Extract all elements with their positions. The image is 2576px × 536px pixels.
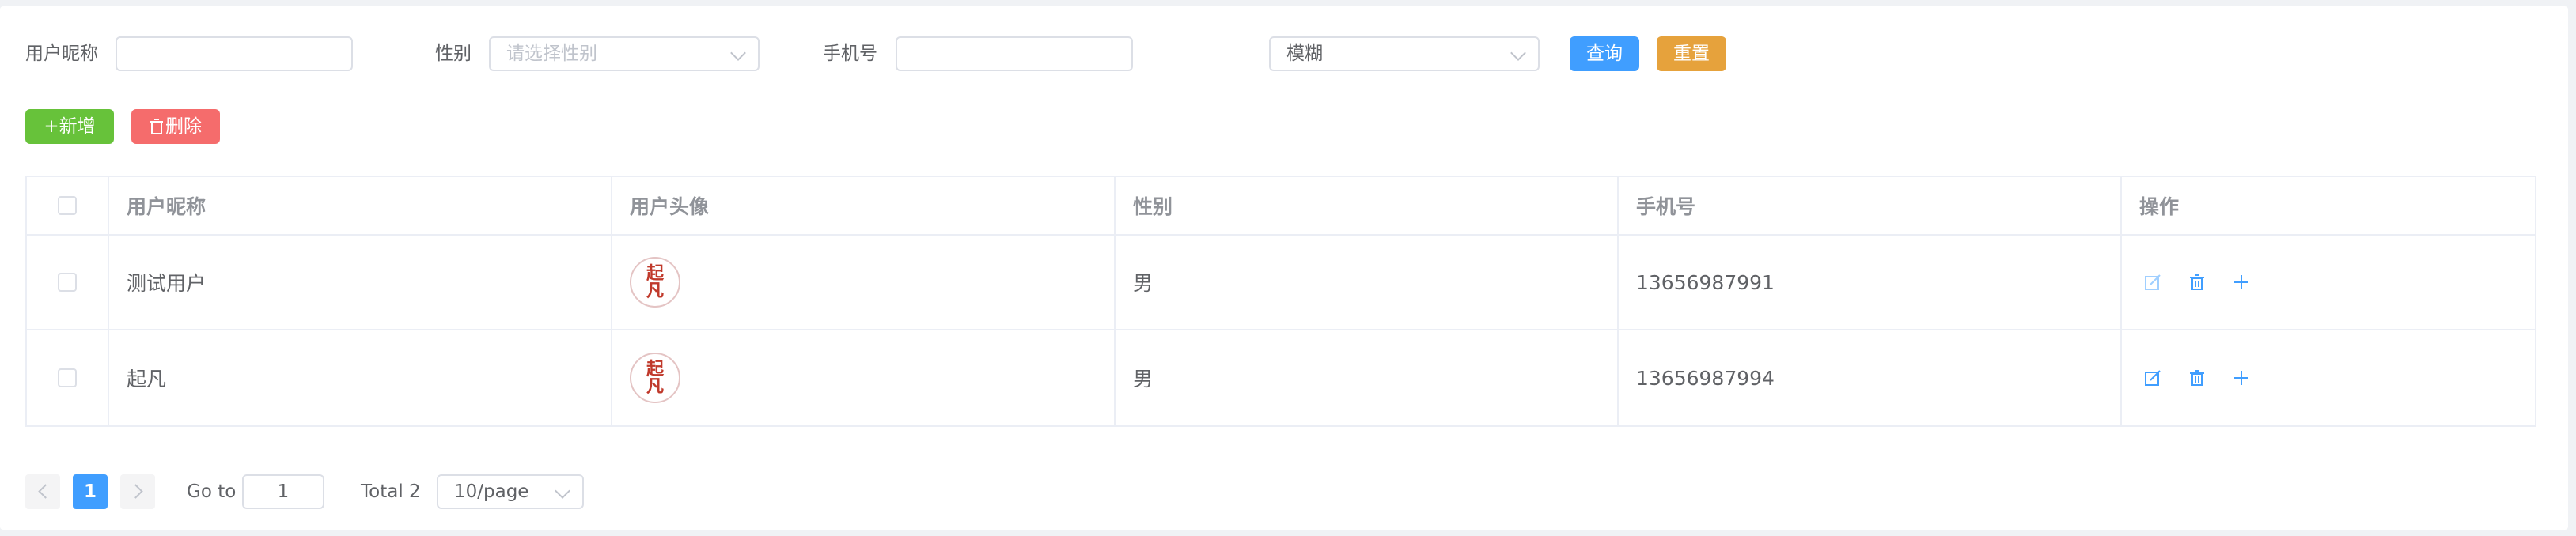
table-row: 起凡 起凡 男 13656987994 xyxy=(27,330,2535,425)
gender-placeholder: 请选择性别 xyxy=(506,43,597,64)
chevron-right-icon xyxy=(128,484,143,499)
nickname-label: 用户昵称 xyxy=(25,43,98,64)
cell-nickname: 测试用户 xyxy=(109,236,612,329)
delete-button-label: 删除 xyxy=(165,116,202,137)
goto-label: Go to xyxy=(187,481,237,502)
chevron-down-icon xyxy=(1510,45,1526,61)
goto-input[interactable]: 1 xyxy=(242,474,324,509)
avatar: 起凡 xyxy=(630,353,680,403)
cell-phone: 13656987991 xyxy=(1619,236,2122,329)
cell-phone: 13656987994 xyxy=(1619,330,2122,425)
table-header: 用户昵称 用户头像 性别 手机号 操作 xyxy=(27,177,2535,236)
cell-actions xyxy=(2122,236,2535,329)
user-table: 用户昵称 用户头像 性别 手机号 操作 测试用户 起凡 男 1365698799… xyxy=(25,176,2536,427)
cell-avatar: 起凡 xyxy=(612,330,1116,425)
select-all-checkbox[interactable] xyxy=(58,196,77,215)
delete-button[interactable]: 删除 xyxy=(131,109,220,144)
trash-icon xyxy=(150,119,163,134)
match-mode-value: 模糊 xyxy=(1286,43,1323,64)
row-checkbox-cell xyxy=(27,236,109,329)
nickname-input[interactable] xyxy=(116,36,353,71)
row-checkbox-cell xyxy=(27,330,109,425)
match-mode-select[interactable]: 模糊 xyxy=(1269,36,1540,71)
header-phone: 手机号 xyxy=(1619,177,2122,234)
plus-icon[interactable] xyxy=(2233,369,2250,387)
page-1-button[interactable]: 1 xyxy=(73,474,108,509)
total-count: Total 2 xyxy=(361,481,421,502)
trash-icon[interactable] xyxy=(2188,369,2206,387)
edit-icon[interactable] xyxy=(2144,274,2161,291)
main-card: 用户昵称 性别 请选择性别 手机号 模糊 查询 重置 +新增 删除 用户昵称 用… xyxy=(0,6,2568,530)
avatar: 起凡 xyxy=(630,257,680,308)
edit-icon[interactable] xyxy=(2144,369,2161,387)
cell-gender: 男 xyxy=(1116,330,1619,425)
trash-icon[interactable] xyxy=(2188,274,2206,291)
header-actions: 操作 xyxy=(2139,195,2180,218)
add-button-label: +新增 xyxy=(44,116,96,137)
row-checkbox[interactable] xyxy=(58,368,77,387)
chevron-down-icon xyxy=(730,45,746,61)
page-size-value: 10/page xyxy=(454,481,529,502)
header-nickname: 用户昵称 xyxy=(109,177,612,234)
avatar-text: 起凡 xyxy=(646,263,664,301)
gender-select[interactable]: 请选择性别 xyxy=(489,36,760,71)
row-checkbox[interactable] xyxy=(58,273,77,292)
page-size-select[interactable]: 10/page xyxy=(437,474,584,509)
goto-input-value: 1 xyxy=(277,481,290,502)
query-button[interactable]: 查询 xyxy=(1570,36,1639,71)
gender-label: 性别 xyxy=(435,43,472,64)
phone-label: 手机号 xyxy=(823,43,877,64)
prev-page-button[interactable] xyxy=(25,474,60,509)
cell-actions xyxy=(2122,330,2535,425)
reset-button[interactable]: 重置 xyxy=(1657,36,1726,71)
cell-avatar: 起凡 xyxy=(612,236,1116,329)
header-avatar: 用户头像 xyxy=(612,177,1116,234)
chevron-down-icon xyxy=(555,483,570,499)
cell-gender: 男 xyxy=(1116,236,1619,329)
cell-nickname: 起凡 xyxy=(109,330,612,425)
header-gender: 性别 xyxy=(1116,177,1619,234)
next-page-button[interactable] xyxy=(120,474,155,509)
add-button[interactable]: +新增 xyxy=(25,109,114,144)
phone-input[interactable] xyxy=(896,36,1133,71)
plus-icon[interactable] xyxy=(2233,274,2250,291)
chevron-left-icon xyxy=(38,484,53,499)
avatar-text: 起凡 xyxy=(646,359,664,397)
header-checkbox-cell xyxy=(27,177,109,234)
table-row: 测试用户 起凡 男 13656987991 xyxy=(27,236,2535,330)
